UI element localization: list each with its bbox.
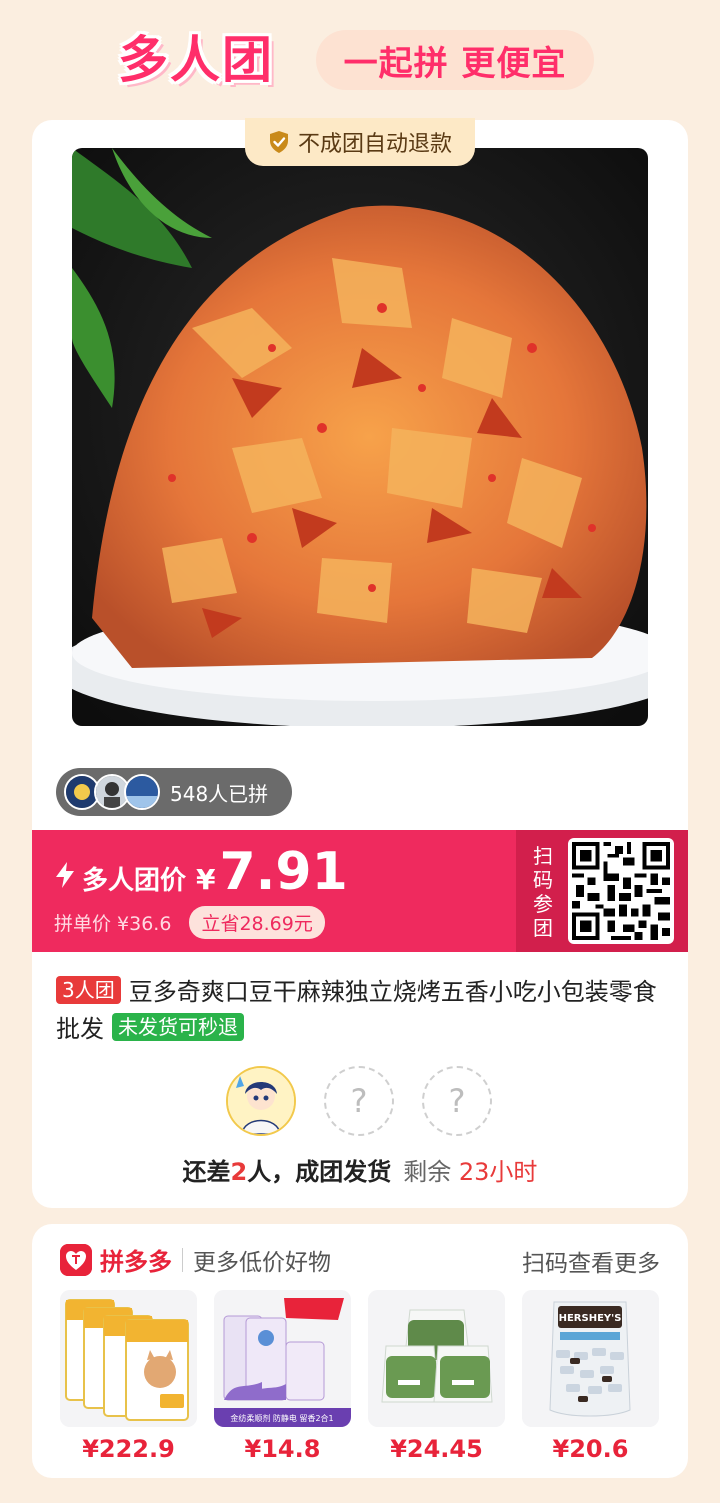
empty-member-slot[interactable]: ? — [422, 1066, 492, 1136]
avatar — [124, 774, 160, 810]
refund-guarantee-tag: 不成团自动退款 — [245, 118, 475, 166]
group-status: 还差2人，成团发货 剩余 23小时 — [0, 1152, 720, 1187]
remain-time: 23小时 — [458, 1158, 538, 1186]
avatar — [228, 1068, 294, 1134]
goods-price: ¥222.9 — [82, 1435, 175, 1463]
slogan-pill: 一起拼 更便宜 — [316, 30, 594, 90]
more-deals-label: 更多低价好物 — [193, 1249, 331, 1276]
pinduoduo-logo: 拼多多 更多低价好物 — [60, 1242, 331, 1277]
pinduoduo-icon — [60, 1243, 92, 1276]
product-title[interactable]: 3人团 豆多奇爽口豆干麻辣独立烧烤五香小吃小包装零食批发 未发货可秒退 — [56, 974, 666, 1048]
avatar-stack — [64, 774, 160, 810]
goods-item[interactable]: 金纺柔顺剂 防静电 留香2合1 ¥14.8 — [214, 1290, 351, 1463]
price-bar: 多人团价 ¥ 7.91 拼单价 ¥36.6 立省28.69元 扫码参团 — [32, 830, 688, 952]
brand-logo: 多人团 — [118, 31, 274, 89]
group-price-value: 7.91 — [219, 842, 348, 902]
divider — [182, 1247, 183, 1272]
save-amount-badge: 立省28.69元 — [189, 906, 325, 939]
shield-check-icon — [269, 131, 288, 153]
goods-item[interactable]: HERSHEY'S ¥20.6 — [522, 1290, 659, 1463]
status-prefix: 还差 — [182, 1158, 231, 1186]
goods-image-cat-food — [60, 1290, 197, 1427]
members-needed: 2 — [230, 1158, 248, 1186]
product-image[interactable] — [72, 148, 648, 726]
refund-tag-label: 不成团自动退款 — [297, 132, 452, 157]
softener-caption: 金纺柔顺剂 防静电 留香2合1 — [230, 1413, 333, 1423]
product-photo — [72, 148, 648, 726]
joined-count: 548人已拼 — [170, 781, 269, 806]
lightning-icon — [56, 862, 74, 888]
goods-image-cotton-towels — [368, 1290, 505, 1427]
empty-member-slot[interactable]: ? — [324, 1066, 394, 1136]
goods-item[interactable]: ¥24.45 — [368, 1290, 505, 1463]
member-avatar[interactable] — [226, 1066, 296, 1136]
sub-price-row: 拼单价 ¥36.6 立省28.69元 — [54, 906, 325, 939]
scan-join-label: 扫码参团 — [533, 844, 553, 940]
status-suffix: 人，成团发货 — [247, 1158, 392, 1186]
scan-more-link[interactable]: 扫码查看更多 — [522, 1244, 660, 1278]
currency-symbol: ¥ — [196, 863, 216, 896]
scan-to-join[interactable]: 扫码参团 — [516, 830, 688, 952]
group-members: ? ? — [226, 1066, 520, 1136]
header: 多人团 一起拼 更便宜 — [0, 0, 720, 118]
goods-price: ¥24.45 — [390, 1435, 483, 1463]
group-price-label: 多人团价 — [82, 866, 187, 896]
hersheys-label: HERSHEY'S — [559, 1313, 622, 1324]
goods-image-chocolate: HERSHEY'S — [522, 1290, 659, 1427]
goods-price: ¥14.8 — [244, 1435, 321, 1463]
joined-count-pill: 548人已拼 — [56, 768, 292, 816]
goods-price: ¥20.6 — [552, 1435, 629, 1463]
group-price: 多人团价 ¥ 7.91 — [54, 842, 348, 902]
instant-refund-badge: 未发货可秒退 — [112, 1013, 244, 1041]
goods-item[interactable]: ¥222.9 — [60, 1290, 197, 1463]
goods-list: ¥222.9 金纺柔顺剂 防静电 留香2合1 ¥14.8 ¥24.45 HERS… — [60, 1290, 659, 1463]
remain-label: 剩余 — [403, 1158, 452, 1186]
pinduoduo-brand: 拼多多 — [100, 1248, 172, 1276]
team-size-badge: 3人团 — [56, 976, 121, 1004]
qr-code[interactable] — [568, 838, 674, 944]
goods-image-softener: 金纺柔顺剂 防静电 留香2合1 — [214, 1290, 351, 1427]
recommend-panel: 拼多多 更多低价好物 扫码查看更多 ¥222.9 金纺柔顺剂 防静电 留香2合1… — [32, 1224, 688, 1478]
single-price: 拼单价 ¥36.6 — [54, 913, 172, 935]
qr-code-icon — [572, 842, 670, 940]
